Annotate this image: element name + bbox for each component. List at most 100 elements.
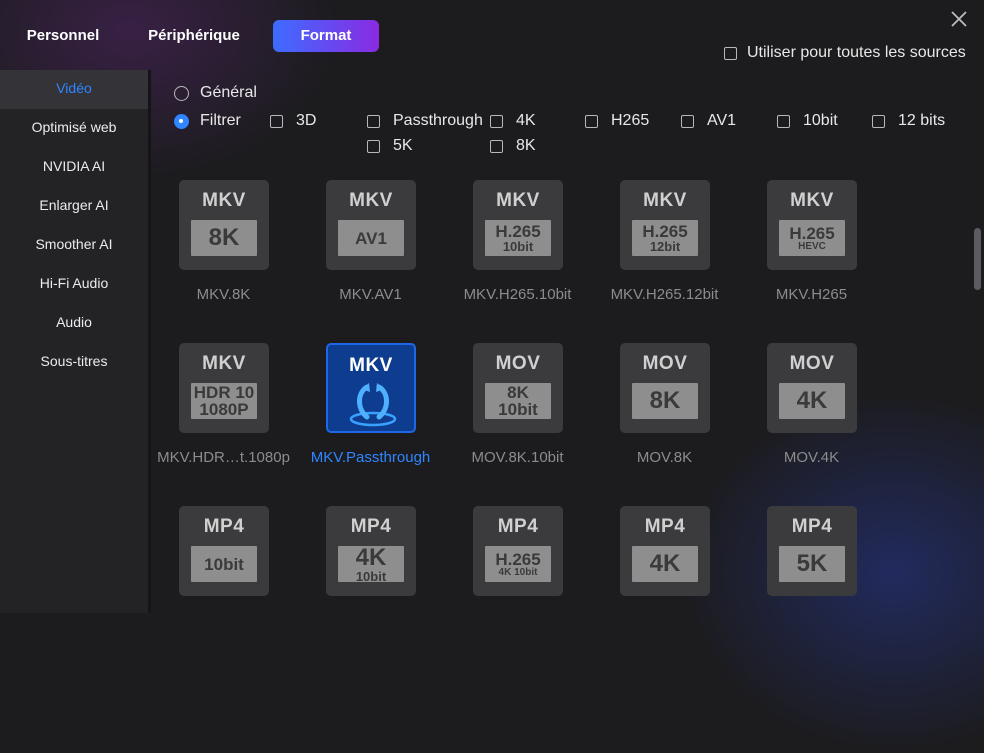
- format-card[interactable]: MP4 4K 10bit: [297, 496, 444, 613]
- filter-option-12bits[interactable]: 12 bits: [872, 112, 945, 130]
- format-card[interactable]: MKV H.265 10bit MKV.H265.10bit: [444, 170, 591, 310]
- format-card[interactable]: MP4 5K: [738, 496, 885, 613]
- filter-h265-label: H265: [611, 112, 650, 129]
- format-icon: MP4 5K: [767, 506, 857, 596]
- format-icon: MKV AV1: [326, 180, 416, 270]
- filter-option-h265[interactable]: H265: [585, 112, 649, 130]
- radio-filter-label: Filtrer: [200, 112, 241, 129]
- filter-av1-label: AV1: [707, 112, 737, 129]
- tab-peripherique[interactable]: Périphérique: [140, 20, 248, 52]
- format-badge-line: 4K: [796, 387, 828, 414]
- format-container-label: MKV: [790, 190, 834, 211]
- use-for-all-sources-label: Utiliser pour toutes les sources: [747, 44, 966, 61]
- format-card[interactable]: MP4 H.265 4K 10bit: [444, 496, 591, 613]
- format-container-label: MKV: [643, 190, 687, 211]
- tab-format[interactable]: Format: [273, 20, 379, 52]
- sidebar-item-nvidia-ai[interactable]: NVIDIA AI: [0, 148, 148, 187]
- filter-5k-checkbox[interactable]: [367, 139, 380, 153]
- sidebar-item-optimise-web[interactable]: Optimisé web: [0, 109, 148, 148]
- radio-general-button[interactable]: [174, 85, 189, 101]
- filter-option-av1[interactable]: AV1: [681, 112, 736, 130]
- close-button[interactable]: [949, 9, 969, 29]
- filter-option-10bit[interactable]: 10bit: [777, 112, 838, 130]
- format-caption: MKV.H265: [775, 286, 848, 303]
- radio-filter[interactable]: Filtrer: [174, 112, 241, 130]
- format-container-label: MP4: [644, 516, 686, 537]
- format-container-label: MP4: [791, 516, 833, 537]
- sidebar-item-audio[interactable]: Audio: [0, 304, 148, 343]
- filter-10bit-checkbox[interactable]: [777, 114, 790, 128]
- sidebar-item-smoother-ai[interactable]: Smoother AI: [0, 226, 148, 265]
- filter-3d-checkbox[interactable]: [270, 114, 283, 128]
- filter-h265-checkbox[interactable]: [585, 114, 598, 128]
- close-icon: [951, 11, 967, 27]
- format-card[interactable]: MKV H.265 12bit MKV.H265.12bit: [591, 170, 738, 310]
- format-badge-line: AV1: [355, 228, 387, 248]
- grid-scrollbar[interactable]: [974, 228, 981, 290]
- format-container-label: MKV: [202, 190, 246, 211]
- filter-10bit-label: 10bit: [803, 112, 838, 129]
- filter-12bits-checkbox[interactable]: [872, 114, 885, 128]
- format-card[interactable]: MKV HDR 10 1080P MKV.HDR…t.1080p: [150, 333, 297, 473]
- format-container-label: MKV: [202, 353, 246, 374]
- format-icon: MP4 10bit: [179, 506, 269, 596]
- format-icon: MOV 8K: [620, 343, 710, 433]
- format-card[interactable]: MKV H.265 HEVC MKV.H265: [738, 170, 885, 310]
- format-badge-line: H.265: [642, 222, 688, 241]
- format-card[interactable]: MOV 4K MOV.4K: [738, 333, 885, 473]
- radio-filter-button[interactable]: [174, 113, 189, 129]
- format-container-label: MKV: [349, 190, 393, 211]
- format-grid: MKV 8K MKV.8K MKV AV1 MKV.AV1 MKV H.265 10bit MKV…: [150, 170, 970, 613]
- filter-8k-label: 8K: [516, 137, 536, 154]
- top-tabs: Personnel Périphérique Format: [0, 20, 420, 54]
- format-card[interactable]: MP4 4K: [591, 496, 738, 613]
- radio-general-label: Général: [200, 84, 257, 101]
- filter-av1-checkbox[interactable]: [681, 114, 694, 128]
- tab-personnel[interactable]: Personnel: [14, 20, 112, 52]
- format-badge-line: 10bit: [502, 239, 534, 254]
- format-caption: MKV.Passthrough: [310, 449, 431, 466]
- format-card[interactable]: MKV MKV.Passthrough: [297, 333, 444, 473]
- format-badge: 4K: [779, 383, 845, 419]
- format-icon: MOV 8K 10bit: [473, 343, 563, 433]
- format-icon: MKV 8K: [179, 180, 269, 270]
- radio-general[interactable]: Général: [174, 84, 257, 102]
- format-card[interactable]: MKV 8K MKV.8K: [150, 170, 297, 310]
- format-card[interactable]: MKV AV1 MKV.AV1: [297, 170, 444, 310]
- filter-option-3d[interactable]: 3D: [270, 112, 316, 130]
- format-badge-line: 8K: [507, 383, 529, 402]
- format-badge: AV1: [338, 220, 404, 256]
- filter-option-5k[interactable]: 5K: [367, 137, 413, 155]
- format-badge: 4K: [632, 546, 698, 582]
- format-card[interactable]: MP4 10bit: [150, 496, 297, 613]
- format-icon: MKV H.265 10bit: [473, 180, 563, 270]
- sidebar-item-video[interactable]: Vidéo: [0, 70, 148, 109]
- sidebar-item-enlarger-ai[interactable]: Enlarger AI: [0, 187, 148, 226]
- format-container-label: MOV: [495, 353, 541, 374]
- filter-option-4k[interactable]: 4K: [490, 112, 536, 130]
- filter-passthrough-checkbox[interactable]: [367, 114, 380, 128]
- filter-4k-checkbox[interactable]: [490, 114, 503, 128]
- format-icon: MKV: [326, 343, 416, 433]
- use-for-all-sources[interactable]: Utiliser pour toutes les sources: [724, 43, 966, 63]
- format-badge: 4K 10bit: [338, 545, 404, 584]
- format-badge-line: 5K: [796, 550, 828, 577]
- format-badge: H.265 10bit: [485, 220, 551, 256]
- format-badge-line: 8K: [208, 224, 240, 251]
- format-icon: MKV HDR 10 1080P: [179, 343, 269, 433]
- format-caption: MKV.HDR…t.1080p: [157, 449, 290, 466]
- filter-option-8k[interactable]: 8K: [490, 137, 536, 155]
- filter-8k-checkbox[interactable]: [490, 139, 503, 153]
- format-icon: MP4 H.265 4K 10bit: [473, 506, 563, 596]
- format-badge-line: 10bit: [355, 568, 387, 584]
- format-icon: MP4 4K: [620, 506, 710, 596]
- filter-option-passthrough[interactable]: Passthrough: [367, 112, 483, 130]
- use-for-all-sources-checkbox[interactable]: [724, 46, 737, 60]
- format-badge: H.265 HEVC: [779, 220, 845, 256]
- format-card[interactable]: MOV 8K 10bit MOV.8K.10bit: [444, 333, 591, 473]
- sidebar-item-hifi-audio[interactable]: Hi-Fi Audio: [0, 265, 148, 304]
- format-badge: 8K: [191, 220, 257, 256]
- format-icon: MP4 4K 10bit: [326, 506, 416, 596]
- sidebar-item-sous-titres[interactable]: Sous-titres: [0, 343, 148, 382]
- format-card[interactable]: MOV 8K MOV.8K: [591, 333, 738, 473]
